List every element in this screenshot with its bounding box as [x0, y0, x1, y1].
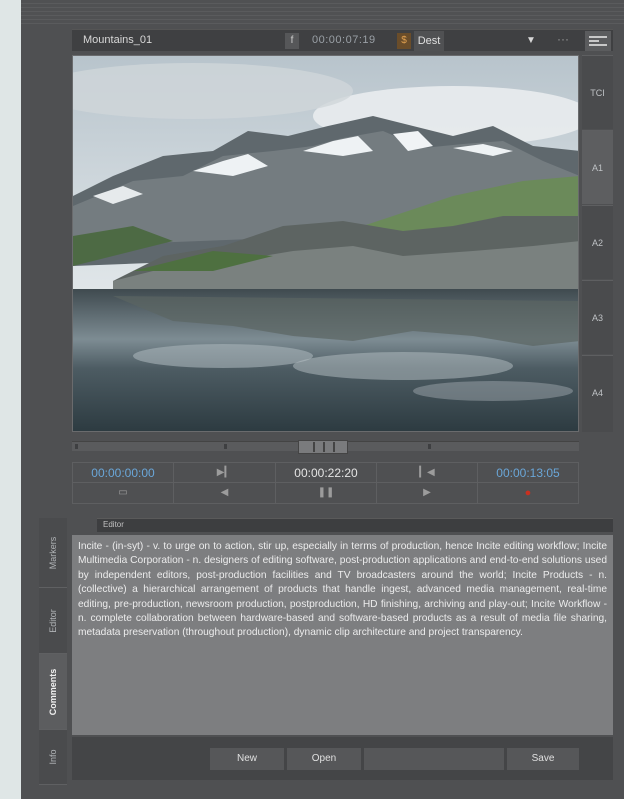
- tab-label: Comments: [48, 668, 58, 715]
- new-button[interactable]: New: [210, 748, 284, 770]
- tab-label: Editor: [48, 608, 58, 633]
- track-a3[interactable]: A3: [582, 280, 613, 354]
- tab-label: Markers: [48, 536, 58, 569]
- mark-out-icon[interactable]: ▎◀: [377, 463, 478, 483]
- editor-header-label: Editor: [103, 520, 124, 529]
- scrub-tick: [428, 444, 431, 449]
- header-timecode: 00:00:07:19: [312, 34, 376, 46]
- scrub-tick: [75, 444, 78, 449]
- tab-markers[interactable]: Markers: [39, 518, 67, 588]
- tab-info[interactable]: Info: [39, 730, 67, 785]
- layout-icon[interactable]: [585, 31, 611, 51]
- track-a4[interactable]: A4: [582, 355, 613, 432]
- current-timecode[interactable]: 00:00:22:20: [276, 463, 377, 483]
- viewer-title-bar: Mountains_01 f 00:00:07:19 $ Dest ▼ ···: [72, 29, 613, 51]
- dollar-icon[interactable]: $: [397, 33, 411, 49]
- more-options-icon[interactable]: ···: [550, 32, 576, 50]
- scrub-tick: [224, 444, 227, 449]
- open-button[interactable]: Open: [287, 748, 361, 770]
- track-selector: TCI A1 A2 A3 A4: [582, 55, 613, 432]
- step-back-icon[interactable]: ◀: [174, 483, 276, 503]
- window-top-bar: [21, 0, 624, 24]
- scrub-handle[interactable]: [298, 440, 348, 454]
- tab-label: Info: [48, 749, 58, 765]
- editor-header: Editor: [97, 518, 613, 532]
- out-timecode[interactable]: 00:00:13:05: [478, 463, 578, 483]
- in-timecode[interactable]: 00:00:00:00: [73, 463, 174, 483]
- video-viewer[interactable]: [72, 55, 579, 432]
- mountain-lake-frame: [73, 56, 578, 431]
- dropdown-arrow-icon[interactable]: ▼: [521, 32, 541, 50]
- monitor-icon[interactable]: ▭: [73, 483, 174, 503]
- transport-controls: 00:00:00:00 ▶▎ 00:00:22:20 ▎◀ 00:00:13:0…: [72, 462, 579, 504]
- tab-comments[interactable]: Comments: [39, 654, 67, 730]
- clip-name: Mountains_01: [83, 34, 153, 46]
- f-icon[interactable]: f: [285, 33, 299, 49]
- side-tabs: Markers Editor Comments Info: [39, 518, 67, 785]
- blank-button[interactable]: [364, 748, 504, 770]
- record-icon[interactable]: ●: [478, 483, 578, 503]
- tab-editor[interactable]: Editor: [39, 588, 67, 654]
- comments-textarea[interactable]: Incite - (in-syt) - v. to urge on to act…: [72, 535, 613, 735]
- track-a2[interactable]: A2: [582, 205, 613, 279]
- track-tci[interactable]: TCI: [582, 55, 613, 129]
- mark-in-icon[interactable]: ▶▎: [174, 463, 276, 483]
- dest-button[interactable]: Dest: [414, 31, 444, 51]
- button-bar: New Open Save: [72, 737, 613, 780]
- editing-app: Mountains_01 f 00:00:07:19 $ Dest ▼ ···: [21, 0, 624, 799]
- save-button[interactable]: Save: [507, 748, 579, 770]
- pause-icon[interactable]: ❚❚: [276, 483, 377, 503]
- track-a1[interactable]: A1: [582, 130, 613, 204]
- step-forward-icon[interactable]: ▶: [377, 483, 478, 503]
- timeline-scrubber[interactable]: [72, 440, 579, 454]
